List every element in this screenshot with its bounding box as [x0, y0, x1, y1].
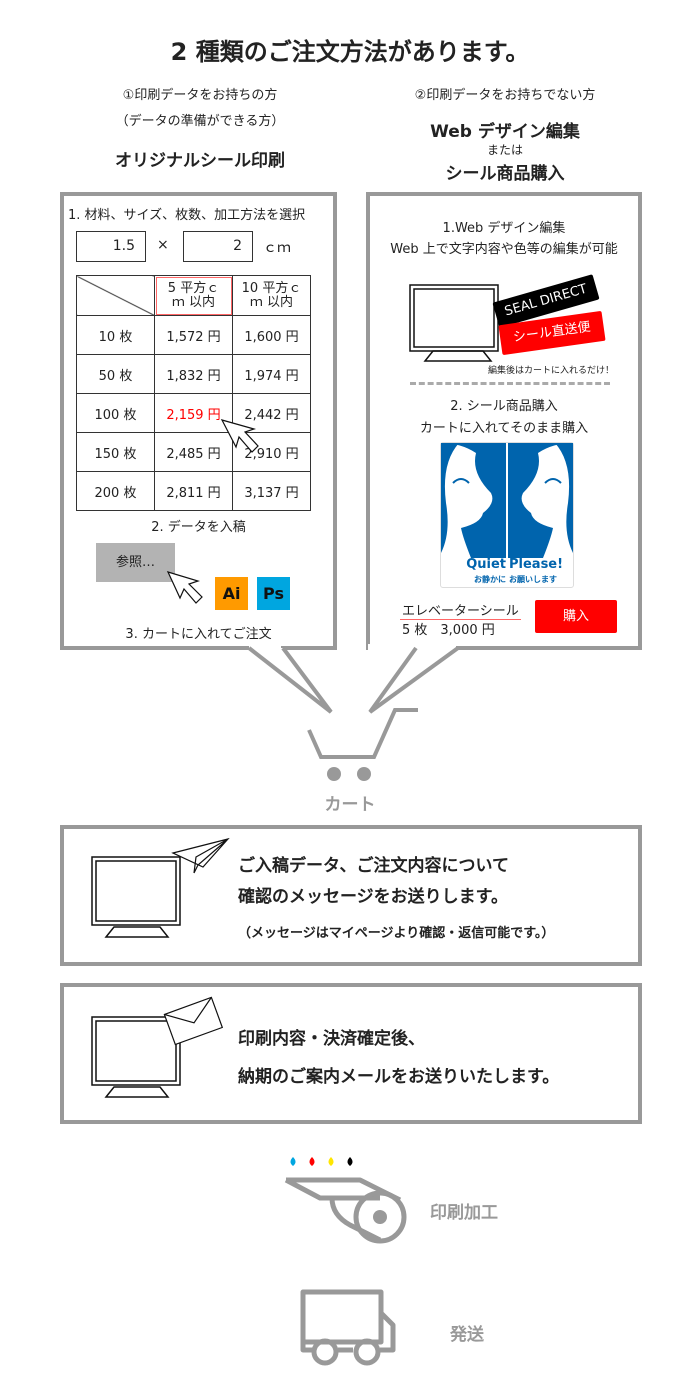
qty-cell: 200 枚 — [76, 471, 155, 511]
web-step1-desc: Web 上で文字内容や色等の編集が可能 — [390, 242, 618, 257]
step1-label: 1. 材料、サイズ、枚数、加工方法を選択 — [68, 208, 306, 223]
qty-cell: 50 枚 — [76, 354, 155, 394]
right-heading-2: シール商品購入 — [445, 164, 565, 184]
table-row: 100 枚 2,159 円 2,442 円 — [76, 393, 311, 433]
right-heading-1: Web デザイン編集 — [430, 122, 580, 142]
price-cell[interactable]: 1,572 円 — [154, 315, 233, 355]
monitor-envelope-icon — [91, 996, 224, 1098]
product-qty-price: 5 枚 3,000 円 — [402, 623, 495, 638]
browse-button[interactable]: 参照… — [96, 543, 175, 582]
monitor-paper-plane-icon — [91, 837, 230, 938]
ink-drop-cyan — [290, 1157, 296, 1166]
msg1-line1: ご入稿データ、ご注文内容について — [238, 856, 509, 876]
msg2-line2: 納期のご案内メールをお送りいたします。 — [238, 1067, 560, 1087]
table-row: 10 枚 1,572 円 1,600 円 — [76, 315, 311, 355]
price-cell[interactable]: 1,974 円 — [232, 354, 311, 394]
sticker-please-jp: お願いします — [509, 575, 557, 584]
height-input[interactable]: 2 — [183, 231, 253, 262]
shop-step2-desc: カートに入れてそのまま購入 — [419, 421, 589, 436]
qty-cell: 10 枚 — [76, 315, 155, 355]
price-cell[interactable]: 2,910 円 — [232, 432, 311, 472]
shop-step2-title: 2. シール商品購入 — [450, 399, 558, 414]
shipping-label: 発送 — [450, 1325, 484, 1345]
left-subtitle-1: ①印刷データをお持ちの方 — [122, 88, 278, 103]
right-subtitle: ②印刷データをお持ちでない方 — [414, 88, 596, 103]
cart-icon — [307, 708, 418, 759]
msg1-line2: 確認のメッセージをお送りします。 — [238, 887, 508, 907]
ink-drop-black — [347, 1157, 353, 1166]
price-cell[interactable]: 2,811 円 — [154, 471, 233, 511]
table-row: 200 枚 2,811 円 3,137 円 — [76, 471, 311, 511]
width-input[interactable]: 1.5 — [76, 231, 146, 262]
printing-label: 印刷加工 — [430, 1203, 498, 1223]
qty-cell: 100 枚 — [76, 393, 155, 433]
left-subtitle-2: （データの準備ができる方） — [115, 114, 285, 129]
truck-icon — [300, 1289, 396, 1366]
header-5cm[interactable]: 5 平方ｃｍ 以内 — [154, 275, 233, 316]
divider — [410, 382, 610, 385]
msg1-line3: （メッセージはマイページより確認・返信可能です。） — [238, 926, 555, 941]
price-cell[interactable]: 1,832 円 — [154, 354, 233, 394]
sticker-quiet: Quiet — [466, 557, 506, 572]
unit-label: ｃｍ — [263, 240, 291, 256]
step3-label: 3. カートに入れてご注文 — [125, 627, 272, 642]
times-sign: × — [157, 237, 169, 253]
price-cell-selected[interactable]: 2,159 円 — [154, 393, 233, 433]
sticker-please: Please! — [509, 557, 564, 572]
qty-cell: 150 枚 — [76, 432, 155, 472]
monitor-icon — [409, 284, 499, 362]
step2-label: 2. データを入稿 — [151, 520, 246, 535]
left-heading: オリジナルシール印刷 — [115, 151, 285, 171]
cart-wheel — [327, 767, 341, 781]
cart-label: カート — [324, 795, 376, 815]
table-row: 50 枚 1,832 円 1,974 円 — [76, 354, 311, 394]
cart-wheel — [357, 767, 371, 781]
right-or: または — [486, 143, 523, 157]
ink-drop-yellow — [328, 1157, 334, 1166]
corner-cell — [76, 275, 155, 316]
ink-drop-magenta — [309, 1157, 315, 1166]
price-cell[interactable]: 2,442 円 — [232, 393, 311, 433]
header-10cm[interactable]: 10 平方ｃｍ 以内 — [232, 275, 311, 316]
price-cell[interactable]: 2,485 円 — [154, 432, 233, 472]
speech-tail-right — [368, 644, 460, 714]
sticker-quiet-jp: お静かに — [474, 575, 506, 584]
product-name[interactable]: エレベーターシール — [400, 600, 521, 620]
buy-button[interactable]: 購入 — [535, 600, 617, 633]
web-step1-title: 1.Web デザイン編集 — [442, 221, 566, 236]
msg2-line1: 印刷内容・決済確定後、 — [238, 1029, 425, 1049]
table-row: 150 枚 2,485 円 2,910 円 — [76, 432, 311, 472]
edit-note: 編集後はカートに入れるだけ！ — [488, 366, 615, 376]
price-table: 5 平方ｃｍ 以内 10 平方ｃｍ 以内 10 枚 1,572 円 1,600 円 … — [76, 275, 311, 511]
photoshop-icon: Ps — [257, 577, 290, 610]
illustrator-icon: Ai — [215, 577, 248, 610]
printing-icon — [284, 1157, 407, 1244]
price-cell[interactable]: 1,600 円 — [232, 315, 311, 355]
speech-tail-left — [247, 644, 333, 714]
price-cell[interactable]: 3,137 円 — [232, 471, 311, 511]
quiet-please-sticker[interactable]: Quiet Please! お静かに お願いします — [440, 442, 574, 588]
page-title: 2 種類のご注文方法があります。 — [170, 38, 530, 66]
faces-illustration — [441, 443, 573, 558]
